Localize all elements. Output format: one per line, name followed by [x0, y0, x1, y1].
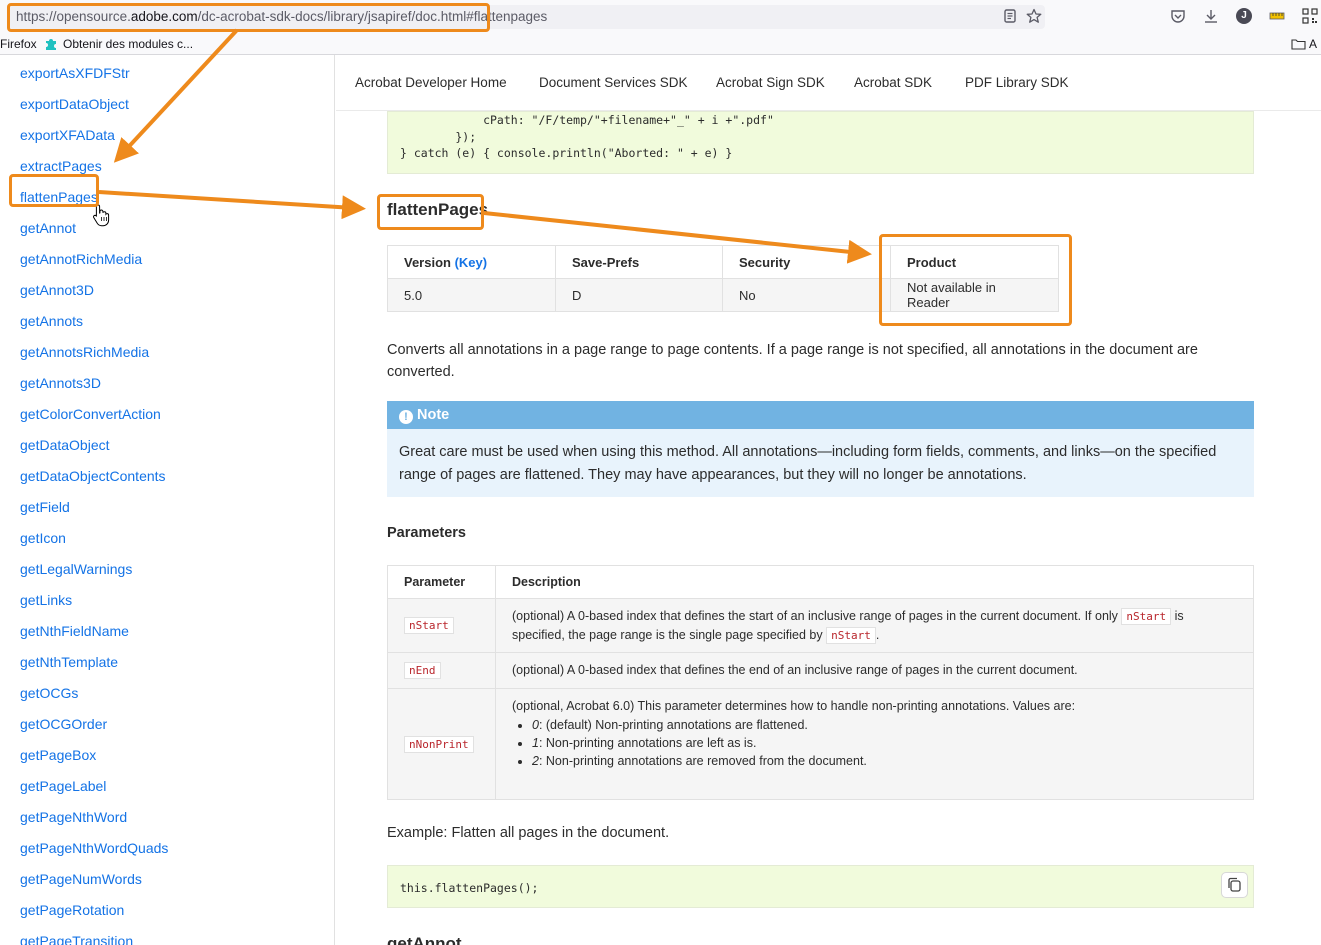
sidebar-item-getannots[interactable]: getAnnots [20, 312, 83, 330]
note-header: ! Note [387, 401, 1254, 429]
bookmark-folder[interactable]: A [1291, 34, 1317, 54]
code-line: cPath: "/F/temp/"+filename+"_" + i +".pd… [400, 113, 774, 127]
sidebar-item-getpagenumwords[interactable]: getPageNumWords [20, 870, 142, 888]
qr-code-icon[interactable] [1302, 8, 1318, 24]
sidebar-item-extractpages[interactable]: extractPages [20, 157, 102, 175]
bookmark-label: Obtenir des modules c... [63, 37, 194, 51]
sidebar-item-getlegalwarnings[interactable]: getLegalWarnings [20, 560, 132, 578]
list-item: 0: (default) Non-printing annotations ar… [532, 716, 1237, 734]
copy-code-button[interactable] [1221, 872, 1248, 898]
sidebar-item-getpagebox[interactable]: getPageBox [20, 746, 96, 764]
sidebar-item-getcolorconvertaction[interactable]: getColorConvertAction [20, 405, 161, 423]
method-description: Converts all annotations in a page range… [387, 342, 1198, 380]
bookmarks-toolbar: Firefox Obtenir des modules c... A [0, 34, 1321, 55]
code-block-example: this.flattenPages(); [387, 865, 1254, 908]
code-line: this.flattenPages(); [400, 881, 539, 895]
param-name: nEnd [404, 662, 441, 679]
annotation-box-url [7, 3, 490, 32]
param-name: nStart [404, 617, 454, 634]
nav-acrobat-sign-sdk[interactable]: Acrobat Sign SDK [716, 75, 825, 90]
sidebar-item-getannotsrichmedia[interactable]: getAnnotsRichMedia [20, 343, 149, 361]
top-navigation: Acrobat Developer Home Document Services… [336, 55, 1321, 111]
param-name: nNonPrint [404, 735, 474, 753]
sidebar-item-getdataobjectcontents[interactable]: getDataObjectContents [20, 467, 166, 485]
profile-avatar[interactable]: J [1236, 8, 1252, 24]
reader-view-icon[interactable] [1002, 8, 1018, 24]
parameters-heading: Parameters [387, 525, 466, 541]
sidebar-item-getlinks[interactable]: getLinks [20, 591, 72, 609]
note-title: Note [417, 407, 450, 423]
param-description: (optional) A 0-based index that defines … [495, 652, 1254, 689]
cell-security: No [722, 278, 891, 312]
bookmark-star-icon[interactable] [1026, 8, 1042, 24]
ruler-extension-icon[interactable] [1269, 8, 1285, 24]
nav-document-services-sdk[interactable]: Document Services SDK [539, 75, 688, 90]
parameters-table: Parameter Description nStart (optional) … [387, 565, 1254, 800]
sidebar-item-getannotrichmedia[interactable]: getAnnotRichMedia [20, 250, 142, 268]
param-description: (optional, Acrobat 6.0) This parameter d… [495, 688, 1254, 800]
col-save-prefs: Save-Prefs [555, 245, 723, 279]
puzzle-icon [46, 39, 56, 50]
sidebar-item-getannots3d[interactable]: getAnnots3D [20, 374, 101, 392]
code-block-previous: cPath: "/F/temp/"+filename+"_" + i +".pd… [387, 111, 1254, 174]
param-description: (optional) A 0-based index that defines … [495, 598, 1254, 653]
sidebar-item-exportxfadata[interactable]: exportXFAData [20, 126, 115, 144]
col-parameter: Parameter [387, 565, 496, 599]
sidebar-item-exportasxfdfstr[interactable]: exportAsXFDFStr [20, 64, 130, 82]
sidebar-item-getocgorder[interactable]: getOCGOrder [20, 715, 107, 733]
sidebar-item-getpagerotation[interactable]: getPageRotation [20, 901, 124, 919]
code-line: }); [400, 129, 477, 144]
nav-pdf-library-sdk[interactable]: PDF Library SDK [965, 75, 1069, 90]
nav-acrobat-developer-home[interactable]: Acrobat Developer Home [355, 75, 507, 90]
sidebar-item-getnthfieldname[interactable]: getNthFieldName [20, 622, 129, 640]
col-security: Security [722, 245, 891, 279]
cell-version: 5.0 [387, 278, 556, 312]
sidebar-item-getnthtemplate[interactable]: getNthTemplate [20, 653, 118, 671]
copy-icon [1228, 877, 1241, 892]
list-item: 1: Non-printing annotations are left as … [532, 734, 1237, 752]
note-body: Great care must be used when using this … [387, 429, 1254, 497]
bookmark-folder-label: A [1309, 37, 1318, 51]
sidebar-item-exportdataobject[interactable]: exportDataObject [20, 95, 129, 113]
cell-save-prefs: D [555, 278, 723, 312]
nav-acrobat-sdk[interactable]: Acrobat SDK [854, 75, 932, 90]
sidebar-item-getpagenthwordquads[interactable]: getPageNthWordQuads [20, 839, 168, 857]
annotation-box-heading [377, 194, 484, 230]
bookmark-get-addons[interactable]: Obtenir des modules c... [44, 34, 193, 54]
info-icon: ! [399, 410, 413, 424]
table-row: nEnd (optional) A 0-based index that def… [387, 652, 1254, 689]
col-version: Version (Key) [387, 245, 556, 279]
sidebar-item-getpagelabel[interactable]: getPageLabel [20, 777, 106, 795]
next-method-heading: getAnnot [387, 934, 462, 945]
example-label: Example: Flatten all pages in the docume… [387, 825, 670, 841]
code-line: } catch (e) { console.println("Aborted: … [400, 146, 733, 160]
bookmark-firefox[interactable]: Firefox [0, 34, 37, 54]
sidebar-item-getocgs[interactable]: getOCGs [20, 684, 78, 702]
col-description: Description [495, 565, 1254, 599]
sidebar-item-getdataobject[interactable]: getDataObject [20, 436, 110, 454]
list-item: 2: Non-printing annotations are removed … [532, 752, 1237, 770]
inline-code: nStart [826, 626, 876, 644]
folder-icon [1291, 39, 1306, 50]
key-link[interactable]: (Key) [455, 255, 488, 270]
sidebar-item-getannot[interactable]: getAnnot [20, 219, 76, 237]
inline-code: nStart [1121, 607, 1172, 625]
sidebar-item-getannot3d[interactable]: getAnnot3D [20, 281, 94, 299]
sidebar-item-getpagenthword[interactable]: getPageNthWord [20, 808, 127, 826]
sidebar-item-geticon[interactable]: getIcon [20, 529, 66, 547]
sidebar-item-getfield[interactable]: getField [20, 498, 70, 516]
sidebar-item-getpagetransition[interactable]: getPageTransition [20, 932, 133, 945]
table-row: nStart (optional) A 0-based index that d… [387, 598, 1254, 653]
annotation-box-product [879, 234, 1072, 326]
table-row: nNonPrint (optional, Acrobat 6.0) This p… [387, 688, 1254, 800]
downloads-icon[interactable] [1203, 8, 1219, 24]
annotation-box-sidebar-item [9, 174, 99, 207]
pocket-icon[interactable] [1170, 8, 1186, 24]
